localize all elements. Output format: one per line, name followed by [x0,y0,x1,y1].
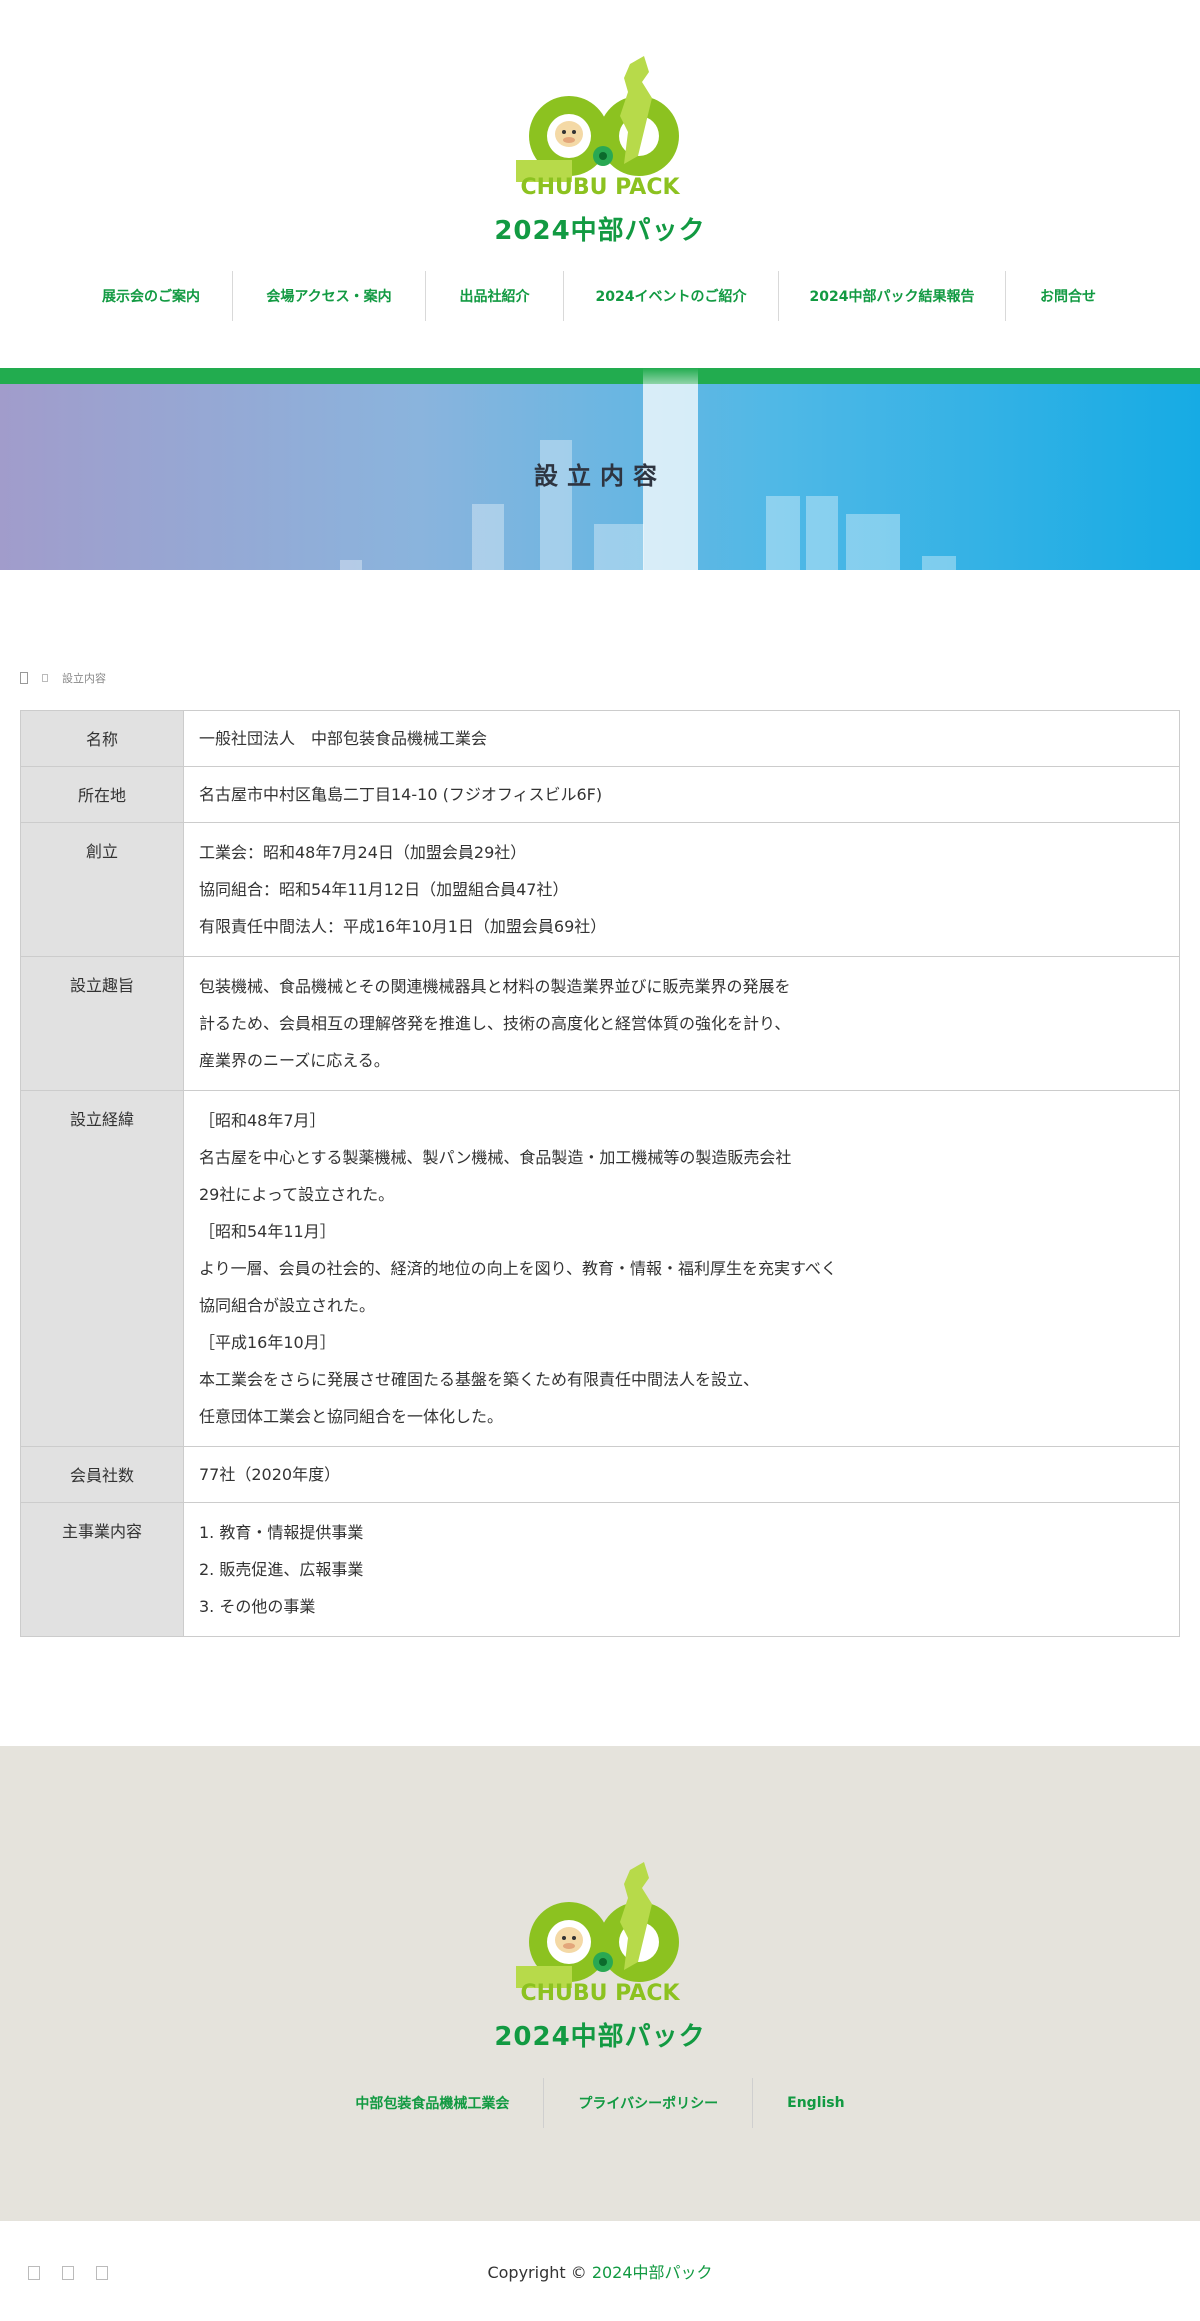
copyright: Copyright © 2024中部パック [0,2259,1200,2283]
row-value: 包装機械、食品機械とその関連機械器具と材料の製造業界並びに販売業界の発展を 計る… [183,956,1180,1091]
row-line: 産業界のニーズに応える。 [199,1051,390,1070]
organization-info-table: 名称 一般社団法人 中部包装食品機械工業会 所在地 名古屋市中村区亀島二丁目14… [20,710,1180,1637]
hero-building [340,560,362,570]
hero-building [922,556,956,570]
row-line: 一般社団法人 中部包装食品機械工業会 [199,729,488,748]
page-hero: 設立内容 [0,384,1200,570]
row-line: 協同組合が設立された。 [199,1296,376,1315]
footer-bottom-bar: Copyright © 2024中部パック [0,2221,1200,2321]
nav-item-exhibitors[interactable]: 出品社紹介 [426,271,564,321]
row-line: 1. 教育・情報提供事業 [199,1523,364,1542]
table-row: 設立趣旨 包装機械、食品機械とその関連機械器具と材料の製造業界並びに販売業界の発… [20,956,1180,1091]
table-row: 創立 工業会：昭和48年7月24日（加盟会員29社） 協同組合：昭和54年11月… [20,822,1180,957]
nav-item-events[interactable]: 2024イベントのご紹介 [564,271,779,321]
row-value: ［昭和48年7月］ 名古屋を中心とする製薬機械、製パン機械、食品製造・加工機械等… [183,1090,1180,1447]
row-line: より一層、会員の社会的、経済的地位の向上を図り、教育・情報・福利厚生を充実すべく [199,1259,837,1278]
row-line: 名古屋市中村区亀島二丁目14-10 (フジオフィスビル6F) [199,785,603,804]
copyright-brand-link[interactable]: 2024中部パック [592,2263,713,2282]
page-title: 設立内容 [534,462,666,490]
row-line: 協同組合：昭和54年11月12日（加盟組合員47社） [199,880,569,899]
breadcrumb: 設立内容 [20,670,106,686]
row-line: ［昭和48年7月］ [199,1111,326,1130]
row-line: 有限責任中間法人：平成16年10月1日（加盟会員69社） [199,917,607,936]
header-accent-bar-gap [643,368,698,384]
hero-building [594,524,644,570]
nav-item-results[interactable]: 2024中部パック結果報告 [779,271,1006,321]
row-line: 本工業会をさらに発展させ確固たる基盤を築くため有限責任中間法人を設立、 [199,1370,760,1389]
chevron-right-icon [42,674,48,682]
hero-building [806,496,838,570]
table-row: 主事業内容 1. 教育・情報提供事業 2. 販売促進、広報事業 3. その他の事… [20,1502,1180,1637]
row-line: 工業会：昭和48年7月24日（加盟会員29社） [199,843,527,862]
site-footer: CHUBU PACK 2024中部パック 中部包装食品機械工業会 プライバシーポ… [0,1746,1200,2221]
row-line: 任意団体工業会と協同組合を一体化した。 [199,1407,504,1426]
footer-site-name: 2024中部パック [494,2022,706,2052]
row-line: 3. その他の事業 [199,1597,316,1616]
table-row: 会員社数 77社（2020年度） [20,1446,1180,1503]
footer-logo-link[interactable]: CHUBU PACK 2024中部パック [0,1858,1200,2053]
row-line: 計るため、会員相互の理解啓発を推進し、技術の高度化と経営体質の強化を計り、 [199,1014,791,1033]
header-accent-bar [0,368,1200,384]
row-line: 29社によって設立された。 [199,1185,395,1204]
row-line: ［平成16年10月］ [199,1333,336,1352]
chubu-pack-logo: CHUBU PACK [516,1862,680,2006]
svg-text:CHUBU PACK: CHUBU PACK [520,175,680,200]
row-label: 会員社数 [20,1446,184,1503]
row-line: ［昭和54年11月］ [199,1222,336,1241]
global-nav: 展示会のご案内 会場アクセス・案内 出品社紹介 2024イベントのご紹介 202… [70,271,1130,321]
svg-text:CHUBU PACK: CHUBU PACK [520,1981,680,2006]
row-line: 77社（2020年度） [199,1465,341,1484]
site-name: 2024中部パック [494,216,706,246]
row-value: 1. 教育・情報提供事業 2. 販売促進、広報事業 3. その他の事業 [183,1502,1180,1637]
footer-nav: 中部包装食品機械工業会 プライバシーポリシー English [0,2078,1200,2128]
row-label: 所在地 [20,766,184,823]
hero-building [472,504,504,570]
footer-link-english[interactable]: English [753,2078,878,2128]
footer-link-privacy[interactable]: プライバシーポリシー [544,2078,754,2128]
copyright-prefix: Copyright © [487,2263,587,2282]
nav-item-access[interactable]: 会場アクセス・案内 [233,271,426,321]
breadcrumb-current: 設立内容 [62,672,106,685]
nav-item-exhibition[interactable]: 展示会のご案内 [70,271,233,321]
table-row: 所在地 名古屋市中村区亀島二丁目14-10 (フジオフィスビル6F) [20,766,1180,823]
hero-building [846,514,900,570]
row-line: 包装機械、食品機械とその関連機械器具と材料の製造業界並びに販売業界の発展を [199,977,791,996]
site-header: CHUBU PACK 2024中部パック 展示会のご案内 会場アクセス・案内 出… [0,0,1200,368]
row-value: 名古屋市中村区亀島二丁目14-10 (フジオフィスビル6F) [183,766,1180,823]
table-row: 設立経緯 ［昭和48年7月］ 名古屋を中心とする製薬機械、製パン機械、食品製造・… [20,1090,1180,1447]
row-value: 工業会：昭和48年7月24日（加盟会員29社） 協同組合：昭和54年11月12日… [183,822,1180,957]
table-row: 名称 一般社団法人 中部包装食品機械工業会 [20,710,1180,767]
hero-building [766,496,800,570]
site-logo-link[interactable]: CHUBU PACK 2024中部パック [0,52,1200,247]
row-label: 主事業内容 [20,1502,184,1637]
row-line: 2. 販売促進、広報事業 [199,1560,364,1579]
home-icon[interactable] [20,672,28,684]
row-line: 名古屋を中心とする製薬機械、製パン機械、食品製造・加工機械等の製造販売会社 [199,1148,792,1167]
row-label: 名称 [20,710,184,767]
row-label: 設立経緯 [20,1090,184,1447]
nav-item-contact[interactable]: お問合せ [1006,271,1130,321]
row-label: 創立 [20,822,184,957]
row-label: 設立趣旨 [20,956,184,1091]
row-value: 一般社団法人 中部包装食品機械工業会 [183,710,1180,767]
footer-link-association[interactable]: 中部包装食品機械工業会 [321,2078,545,2128]
row-value: 77社（2020年度） [183,1446,1180,1503]
chubu-pack-logo: CHUBU PACK [516,56,680,200]
